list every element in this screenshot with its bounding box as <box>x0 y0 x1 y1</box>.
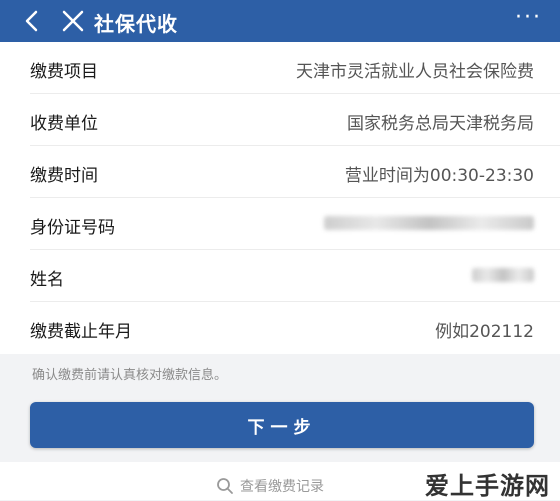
payment-item-value: 天津市灵活就业人员社会保险费 <box>296 62 534 82</box>
form-row-item: 缴费项目 天津市灵活就业人员社会保险费 <box>30 42 560 94</box>
close-icon[interactable] <box>60 8 86 34</box>
payment-time-value: 营业时间为00:30-23:30 <box>344 166 534 186</box>
more-icon[interactable]: ··· <box>515 7 542 29</box>
view-records-link[interactable]: 查看缴费记录 <box>216 476 324 496</box>
notice-text: 确认缴费前请认真核对缴款信息。 <box>32 368 228 383</box>
view-records-label: 查看缴费记录 <box>240 479 324 495</box>
collector-label: 收费单位 <box>30 114 98 134</box>
form-row-name[interactable]: 姓名 <box>30 250 560 302</box>
search-icon <box>217 478 233 494</box>
payment-time-label: 缴费时间 <box>30 166 98 186</box>
deadline-label: 缴费截止年月 <box>30 322 132 342</box>
form-row-id[interactable]: 身份证号码 <box>30 198 560 250</box>
page-title: 社保代收 <box>94 12 178 36</box>
top-bar: 社保代收 ··· <box>0 0 560 42</box>
watermark-logo: 爱上手游网 <box>425 472 550 500</box>
name-field[interactable] <box>472 268 534 282</box>
form-row-deadline[interactable]: 缴费截止年月 例如202112 <box>30 302 560 353</box>
next-step-button[interactable]: 下一步 <box>30 402 534 448</box>
payment-item-label: 缴费项目 <box>30 62 98 82</box>
payment-form: 缴费项目 天津市灵活就业人员社会保险费 收费单位 国家税务总局天津税务局 缴费时… <box>0 42 560 354</box>
id-number-label: 身份证号码 <box>30 218 115 238</box>
form-row-time: 缴费时间 营业时间为00:30-23:30 <box>30 146 560 198</box>
deadline-input[interactable]: 例如202112 <box>435 317 534 342</box>
collector-value: 国家税务总局天津税务局 <box>347 114 534 134</box>
name-label: 姓名 <box>30 270 64 290</box>
id-number-field[interactable] <box>324 216 534 230</box>
form-row-collector: 收费单位 国家税务总局天津税务局 <box>30 94 560 146</box>
back-arrow-icon[interactable] <box>18 7 46 35</box>
